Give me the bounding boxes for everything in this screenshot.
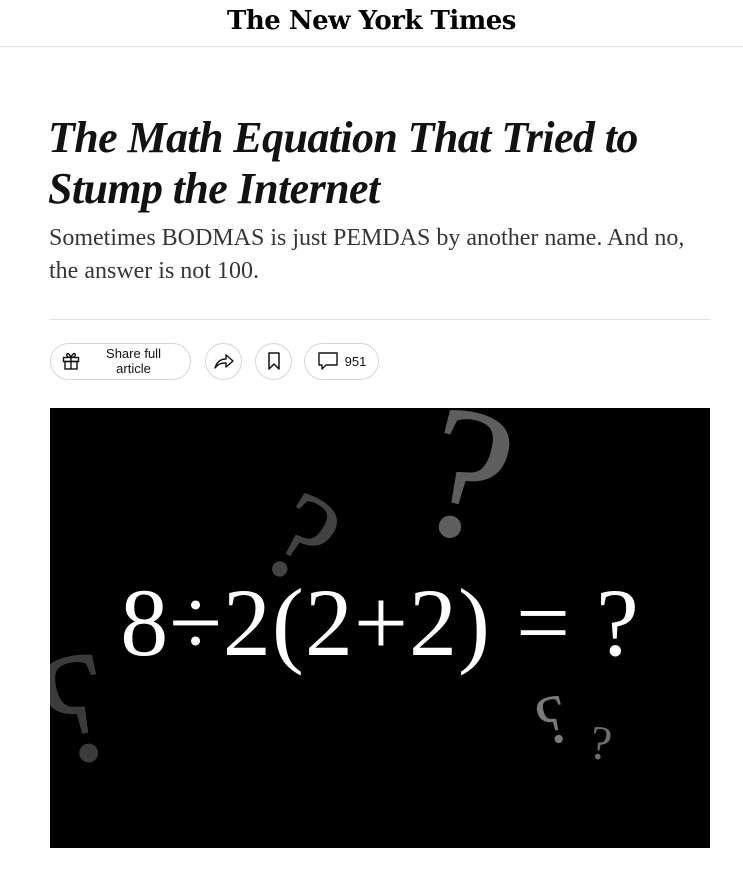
article-page: The New York Times The Math Equation Tha… — [0, 0, 743, 872]
divider — [50, 319, 710, 320]
question-mark-decoration: ? — [528, 679, 577, 762]
question-mark-decoration: ? — [586, 715, 615, 772]
share-full-article-label: Share full article — [106, 346, 161, 376]
question-mark-decoration: ? — [400, 408, 534, 588]
share-button[interactable] — [205, 342, 242, 380]
comments-button[interactable]: 951 — [304, 342, 379, 380]
hero-image: ? ? ? ? ? 8÷2(2+2) = ? — [50, 408, 710, 848]
share-toolbar: Share full article 951 — [50, 342, 379, 380]
masthead: The New York Times — [0, 0, 743, 47]
comments-count: 951 — [344, 353, 367, 369]
bookmark-icon — [267, 351, 281, 371]
math-equation: 8÷2(2+2) = ? — [120, 569, 640, 676]
article-headline: The Math Equation That Tried to Stump th… — [48, 113, 638, 213]
share-arrow-icon — [213, 351, 235, 371]
article-summary: Sometimes BODMAS is just PEMDAS by anoth… — [49, 225, 685, 284]
nyt-logo[interactable]: The New York Times — [227, 8, 516, 34]
save-button[interactable] — [255, 342, 292, 380]
comment-bubble-icon — [317, 351, 339, 371]
share-full-article-button[interactable]: Share full article — [50, 342, 191, 380]
gift-icon — [61, 351, 81, 371]
